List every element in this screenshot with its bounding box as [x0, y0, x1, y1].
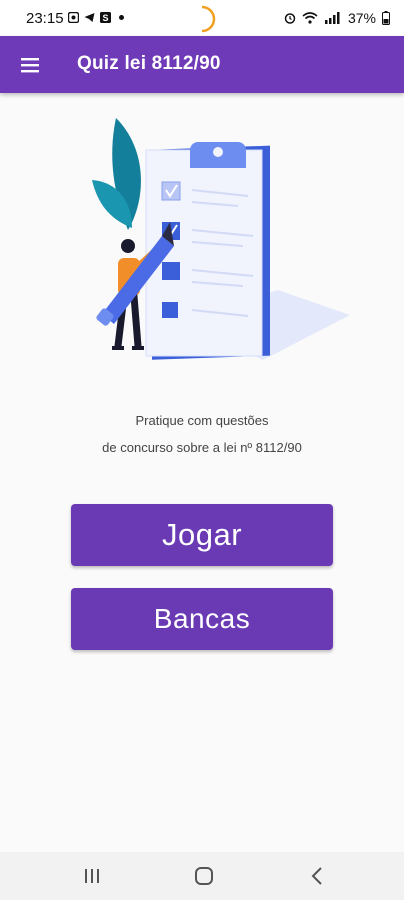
checkbox-3 — [162, 262, 180, 280]
battery-level: 37% — [347, 10, 376, 26]
checkbox-1 — [161, 181, 181, 201]
banks-button[interactable]: Bancas — [71, 588, 333, 650]
wifi-icon — [302, 12, 318, 24]
s-icon: S — [100, 12, 111, 23]
checkbox-4 — [162, 302, 178, 318]
gallery-icon — [68, 12, 79, 23]
signal-icon — [324, 12, 340, 24]
app-title: Quiz lei 8112/90 — [77, 53, 221, 74]
system-nav-bar — [0, 852, 404, 900]
notification-dot — [119, 15, 124, 20]
quiz-clipboard-illustration — [92, 118, 350, 360]
battery-icon — [382, 11, 390, 25]
alarm-icon — [284, 13, 296, 24]
status-notification-icons: S — [68, 12, 124, 23]
status-system-icons: 37% — [284, 10, 390, 26]
status-bar: 23:15 S 37% — [0, 0, 404, 36]
app-bar: Quiz lei 8112/90 — [0, 36, 404, 93]
play-button[interactable]: Jogar — [71, 504, 333, 566]
recents-icon[interactable] — [78, 864, 106, 888]
description-line-1: Pratique com questões — [135, 413, 269, 428]
svg-text:S: S — [102, 13, 108, 23]
loading-arc-icon — [201, 5, 216, 33]
home-icon[interactable] — [190, 864, 218, 888]
hamburger-menu-icon[interactable] — [14, 49, 46, 81]
telegram-icon — [84, 13, 95, 22]
status-time: 23:15 — [26, 10, 64, 27]
back-icon[interactable] — [304, 864, 332, 888]
description-line-2: de concurso sobre a lei nº 8112/90 — [102, 440, 302, 455]
